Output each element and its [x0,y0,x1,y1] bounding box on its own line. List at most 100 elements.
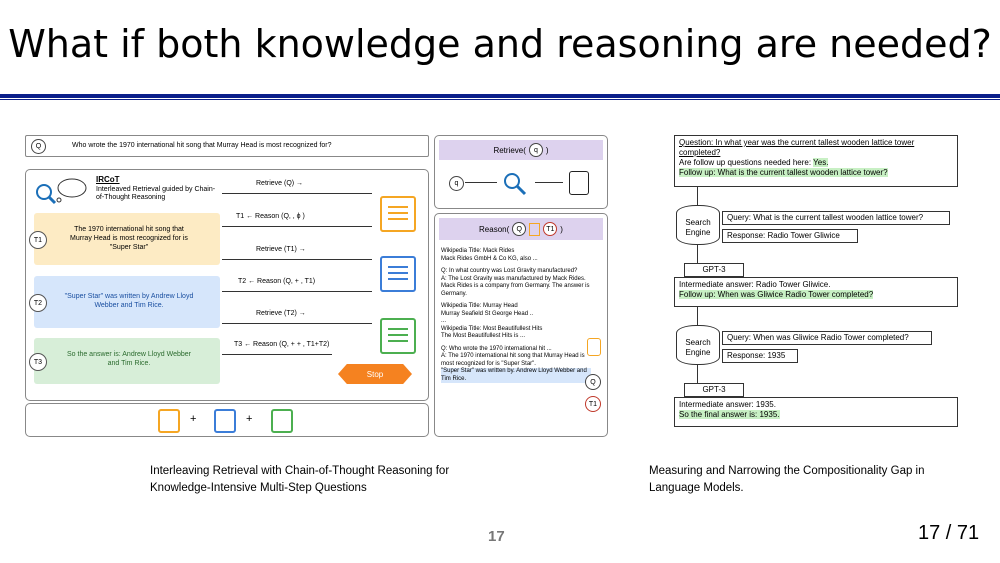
doc-green-icon [271,409,293,433]
connector [697,187,698,205]
stop-badge: Stop [338,364,412,384]
prompt-line: Murray Seafield St George Head .. [441,310,534,317]
doc-blue-icon [380,256,416,292]
step-arrow [222,226,372,227]
arrow [465,182,497,183]
question-bar: Q Who wrote the 1970 international hit s… [25,135,429,157]
reason-title: Reason( [479,224,510,234]
t3-box: So the answer is: Andrew Lloyd Webber an… [34,338,220,384]
selfask-figure: Question: In what year was the current t… [668,133,963,433]
query-2: Query: When was Gliwice Radio Tower comp… [722,331,932,345]
retrieve-close: ) [545,145,549,155]
arrow [535,182,563,183]
retrieve-title: Retrieve( [493,145,526,155]
final-box: Intermediate answer: 1935. So the final … [674,397,958,427]
step-arrow [222,323,372,324]
doc-green-icon [380,318,416,354]
t1-text: The 1970 international hit song that Mur… [70,226,188,251]
prompt-line: Wikipedia Title: Murray Head [441,303,518,309]
step-arrow [222,291,372,292]
prompt-line: A: The 1970 international hit song that … [441,353,585,367]
final-answer: So the final answer is: 1935. [679,410,780,419]
intermediate-box-1: Intermediate answer: Radio Tower Gliwice… [674,277,958,307]
plus-sign: + [246,413,253,425]
step-retrieve-q: Retrieve (Q) → [256,180,304,187]
follow-up-1: Follow up: What is the current tallest w… [679,168,888,177]
reason-prompt: Wikipedia Title: Mack Rides Mack Rides G… [441,248,591,383]
search-engine-1: Search Engine [676,205,720,245]
title-rule [0,94,1000,98]
prompt-line: The Most Beautifullest Hits is ... [441,333,526,339]
prompt-line: Q: In what country was Lost Gravity manu… [441,268,578,274]
t2-box: "Super Star" was written by Andrew Lloyd… [34,276,220,328]
search-icon [501,170,531,198]
selfask-prompt-box: Question: In what year was the current t… [674,135,958,187]
t3-text: So the answer is: Andrew Lloyd Webber an… [67,351,191,367]
t1-marker: T1 [29,231,47,249]
follow-up-2: Follow up: When was Gliwice Radio Tower … [679,290,874,299]
retrieve-q-input: q [449,176,464,191]
t2-text: "Super Star" was written by Andrew Lloyd… [64,293,194,309]
prompt-line: Mack Rides GmbH & Co KG, also ... [441,255,538,262]
prompt-line: A: The Lost Gravity was manufactured by … [441,275,590,297]
step-reason-t2: T2 ← Reason (Q, + , T1) [238,278,316,285]
t3-marker: T3 [29,353,47,371]
prompt-line: ... [441,318,447,324]
retrieve-q-marker: q [528,143,543,157]
reason-panel: Reason( Q T1 ) Wikipedia Title: Mack Rid… [434,213,608,437]
prompt-line: Wikipedia Title: Mack Rides [441,248,515,254]
doc-blue-icon [214,409,236,433]
doc-orange-icon [529,222,541,236]
result-bar: + + [25,403,429,437]
step-retrieve-t2: Retrieve (T2) → [256,310,306,317]
step-reason-t3: T3 ← Reason (Q, + + , T1+T2) [234,341,330,348]
q-marker: Q [31,139,46,154]
prompt-line: Q: Who wrote the 1970 international hit … [441,345,552,352]
response-2: Response: 1935 [722,349,798,363]
connector [697,365,698,383]
ircot-main-panel: IRCoT Interleaved Retrieval guided by Ch… [25,169,429,401]
plus-sign: + [190,413,197,425]
doc-orange-icon [158,409,180,433]
slide-counter: 17 / 71 [918,522,980,544]
caption-left: Interleaving Retrieval with Chain-of-Tho… [150,465,450,494]
doc-orange-icon [380,196,416,232]
intermediate-2: Intermediate answer: 1935. [679,400,776,409]
t1-box: The 1970 international hit song that Mur… [34,213,220,265]
caption-right: Measuring and Narrowing the Compositiona… [649,465,925,494]
gpt3-label-2: GPT-3 [684,383,744,397]
prompt-line: Wikipedia Title: Most Beautifullest Hits [441,325,543,332]
connector [697,307,698,325]
step-arrow [222,354,332,355]
search-brain-icon [34,176,94,206]
step-reason-t1: T1 ← Reason (Q, , ϕ ) [236,213,305,220]
retrieve-panel: Retrieve( q ) q [434,135,608,209]
prompt-line: "Super Star" was written by. Andrew Lloy… [441,368,591,383]
ircot-figure: Q Who wrote the 1970 international hit s… [25,133,610,440]
step-retrieve-t1: Retrieve (T1) → [256,246,306,253]
slide-title: What if both knowledge and reasoning are… [8,22,992,66]
t2-marker: T2 [29,294,47,312]
gpt3-label-1: GPT-3 [684,263,744,277]
reason-close: ) [560,224,563,234]
question-text: Who wrote the 1970 international hit son… [72,142,332,149]
yes-answer: Yes. [813,158,829,167]
reason-header: Reason( Q T1 ) [439,218,603,240]
retrieve-header: Retrieve( q ) [439,140,603,160]
connector [697,245,698,265]
step-arrow [222,259,372,260]
intermediate-1: Intermediate answer: Radio Tower Gliwice… [679,280,831,289]
reason-q-marker: Q [512,222,527,236]
question-line: Question: In what year was the current t… [679,138,915,157]
title-rule-thin [0,99,1000,100]
ircot-name: IRCoT [96,175,120,184]
search-engine-2: Search Engine [676,325,720,365]
followup-needed-line: Are follow up questions needed here: Yes… [679,158,953,168]
documents-icon [569,171,589,195]
followup-needed: Are follow up questions needed here: [679,158,812,167]
page-number: 17 [488,528,505,545]
step-arrow [222,193,372,194]
reason-t1-marker: T1 [543,222,558,236]
doc-orange-icon [587,338,601,356]
ircot-subtitle: Interleaved Retrieval guided by Chain-of… [96,186,216,201]
